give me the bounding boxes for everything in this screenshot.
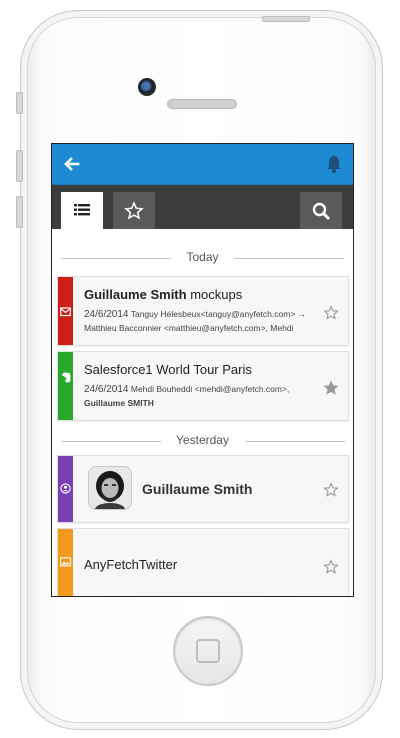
item-date: 24/6/2014 bbox=[84, 384, 129, 395]
mute-switch bbox=[16, 92, 23, 114]
item-title: Salesforce1 World Tour Paris bbox=[84, 362, 252, 377]
item-meta: 24/6/2014 Mehdi Bouheddi <mehdi@anyfetch… bbox=[84, 382, 289, 397]
participants-line-2: Matthieu Bacconnier <matthieu@anyfetch.c… bbox=[84, 323, 294, 333]
avatar bbox=[88, 466, 132, 510]
item-date: 24/6/2014 bbox=[84, 309, 129, 320]
item-type-stripe bbox=[58, 529, 73, 596]
app-header bbox=[52, 144, 353, 185]
star-filled-icon[interactable] bbox=[323, 380, 339, 396]
power-button bbox=[262, 16, 310, 22]
item-meta: 24/6/2014 Tanguy Hélesbeux<tanguy@anyfet… bbox=[84, 307, 306, 322]
email-sender: Guillaume Smith bbox=[84, 287, 187, 302]
item-type-stripe bbox=[58, 456, 73, 522]
section-separator-today: Today bbox=[52, 248, 353, 268]
star-outline-icon[interactable] bbox=[323, 482, 339, 498]
item-title: AnyFetchTwitter bbox=[84, 557, 178, 572]
section-separator-yesterday: Yesterday bbox=[52, 431, 353, 451]
speaker-grille bbox=[167, 99, 237, 109]
tab-favorites[interactable] bbox=[113, 192, 155, 229]
section-label: Today bbox=[186, 250, 219, 264]
tab-list[interactable] bbox=[61, 192, 103, 229]
participants-line-1: Mehdi Bouheddi <mehdi@anyfetch.com>, bbox=[130, 384, 290, 394]
volume-down-button bbox=[16, 196, 23, 228]
home-button[interactable] bbox=[173, 616, 243, 686]
arrow-left-icon[interactable] bbox=[62, 154, 82, 174]
list-item-contact[interactable]: Guillaume Smith bbox=[57, 455, 349, 523]
app-screen: Today Guillaume Smith mockups 24/6/2014 … bbox=[51, 143, 354, 597]
participants-line-2: Guillaume SMITH bbox=[84, 398, 154, 408]
item-type-stripe bbox=[58, 277, 73, 345]
volume-up-button bbox=[16, 150, 23, 182]
list-item-event[interactable]: Salesforce1 World Tour Paris 24/6/2014 M… bbox=[57, 351, 349, 421]
toolbar bbox=[52, 185, 353, 229]
contact-name: Guillaume Smith bbox=[142, 481, 253, 497]
item-type-stripe bbox=[58, 352, 73, 420]
search-button[interactable] bbox=[300, 192, 342, 229]
list-item-email[interactable]: Guillaume Smith mockups 24/6/2014 Tanguy… bbox=[57, 276, 349, 346]
participants-line-1: Tanguy Hélesbeux<tanguy@anyfetch.com> → bbox=[130, 309, 307, 319]
item-title: Guillaume Smith mockups bbox=[84, 287, 242, 302]
section-label: Yesterday bbox=[176, 433, 229, 447]
list-item-image[interactable]: AnyFetchTwitter bbox=[57, 528, 349, 596]
home-square-icon bbox=[196, 639, 220, 663]
email-subject: mockups bbox=[190, 287, 243, 302]
front-camera bbox=[138, 78, 156, 96]
bell-icon[interactable] bbox=[325, 154, 343, 174]
star-outline-icon[interactable] bbox=[323, 559, 339, 575]
star-outline-icon[interactable] bbox=[323, 305, 339, 321]
